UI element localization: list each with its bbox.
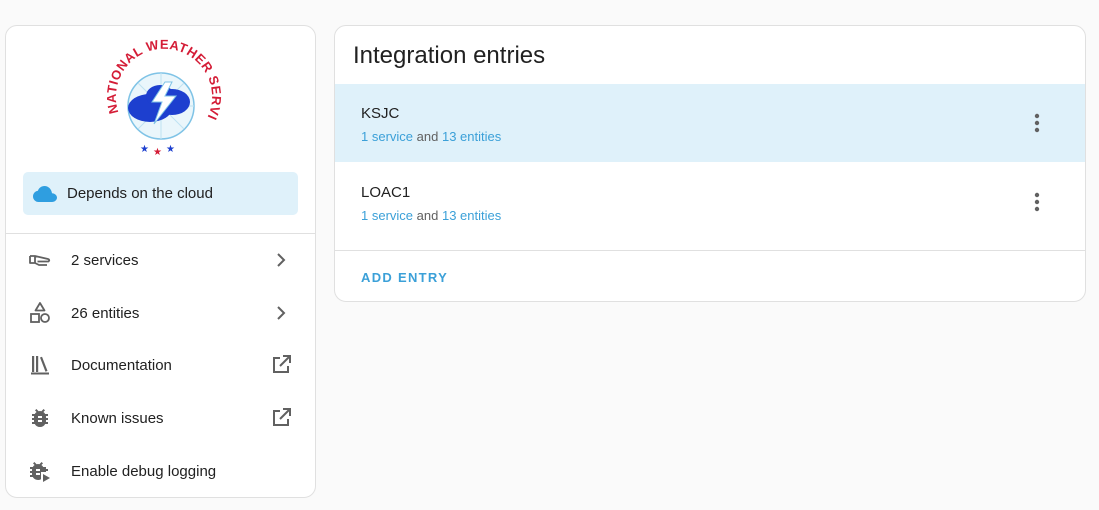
documentation-label: Documentation — [71, 356, 172, 374]
book-shelf-icon — [28, 353, 52, 377]
known-issues-link[interactable]: Known issues — [6, 393, 315, 443]
open-in-new-icon — [269, 406, 293, 430]
overflow-menu-icon[interactable] — [1025, 188, 1049, 216]
entry-name: LOAC1 — [361, 184, 411, 201]
open-in-new-icon — [269, 353, 293, 377]
cloud-icon — [32, 184, 58, 204]
entries-title: Integration entries — [353, 42, 546, 69]
entry-name: KSJC — [361, 105, 400, 122]
svg-text:★: ★ — [140, 144, 149, 155]
entry-meta: 1 service and 13 entities — [361, 129, 501, 144]
chevron-right-icon — [269, 248, 293, 272]
services-link[interactable]: 2 services — [6, 235, 315, 285]
entry-conjunction: and — [416, 129, 439, 144]
enable-debug-logging-label: Enable debug logging — [71, 462, 217, 480]
entities-label: 26 entities — [71, 304, 140, 322]
entry-row-loac1[interactable]: LOAC1 1 service and 13 entities — [335, 163, 1085, 241]
bug-play-icon — [28, 459, 52, 483]
entry-services-link[interactable]: 1 service — [361, 208, 413, 223]
bug-icon — [28, 406, 52, 430]
entry-conjunction: and — [416, 208, 439, 223]
overflow-menu-icon[interactable] — [1025, 109, 1049, 137]
entry-services-link[interactable]: 1 service — [361, 129, 413, 144]
integration-entries-card: Integration entries KSJC 1 service and 1… — [334, 25, 1086, 302]
entities-shapes-icon — [28, 301, 52, 325]
cloud-dependency-banner: Depends on the cloud — [23, 172, 298, 215]
service-icon — [28, 248, 52, 272]
entities-link[interactable]: 26 entities — [6, 288, 315, 338]
divider — [335, 250, 1085, 251]
svg-text:★: ★ — [166, 144, 175, 155]
entry-meta: 1 service and 13 entities — [361, 208, 501, 223]
cloud-banner-label: Depends on the cloud — [67, 185, 213, 202]
integration-info-card: NATIONAL WEATHER SERVICE ★ ★ ★ Depends o… — [5, 25, 316, 498]
known-issues-label: Known issues — [71, 409, 164, 427]
nws-logo: NATIONAL WEATHER SERVICE ★ ★ ★ — [93, 26, 228, 166]
entry-row-ksjc[interactable]: KSJC 1 service and 13 entities — [335, 84, 1085, 162]
documentation-link[interactable]: Documentation — [6, 340, 315, 390]
svg-text:★: ★ — [153, 147, 162, 158]
chevron-right-icon — [269, 301, 293, 325]
add-entry-button[interactable]: ADD ENTRY — [361, 270, 448, 285]
entry-entities-link[interactable]: 13 entities — [442, 208, 501, 223]
entry-entities-link[interactable]: 13 entities — [442, 129, 501, 144]
enable-debug-logging-link[interactable]: Enable debug logging — [6, 446, 315, 496]
divider — [6, 233, 315, 234]
services-label: 2 services — [71, 251, 139, 269]
